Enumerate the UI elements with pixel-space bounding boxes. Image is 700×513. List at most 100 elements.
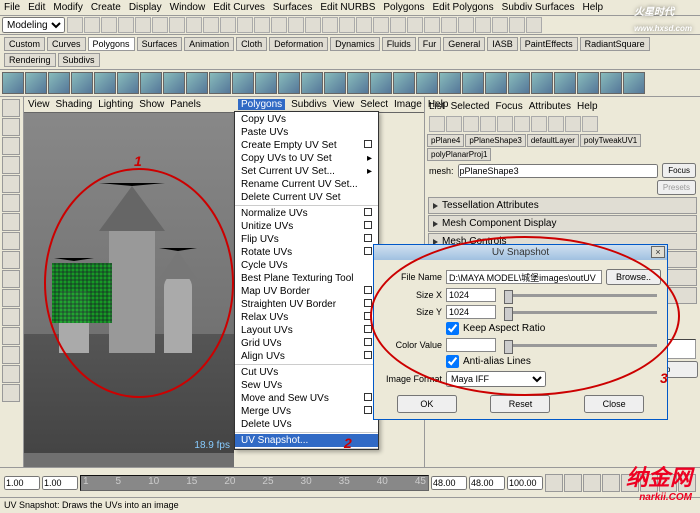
shelf-icon[interactable] xyxy=(25,72,47,94)
toolbar-icon[interactable] xyxy=(288,17,304,33)
sizex-slider[interactable] xyxy=(504,294,657,297)
toolbar-icon[interactable] xyxy=(101,17,117,33)
toolbar-icon[interactable] xyxy=(475,17,491,33)
shelf-tab-iasb[interactable]: IASB xyxy=(487,37,518,51)
uv-menu-image[interactable]: Image xyxy=(394,99,422,110)
menu-item-relax-uvs[interactable]: Relax UVs xyxy=(235,311,378,324)
dialog-titlebar[interactable]: Uv Snapshot × xyxy=(374,245,667,260)
color-slider[interactable] xyxy=(504,344,657,347)
menu-item-copy-uvs[interactable]: Copy UVs xyxy=(235,113,378,126)
playback-button[interactable] xyxy=(564,474,582,492)
option-box-icon[interactable] xyxy=(364,247,372,255)
uv-menu-polygons[interactable]: Polygons xyxy=(238,99,285,110)
tool-button[interactable] xyxy=(2,308,20,326)
tool-button[interactable] xyxy=(2,251,20,269)
toolbar-icon[interactable] xyxy=(237,17,253,33)
toolbar-icon[interactable] xyxy=(220,17,236,33)
tool-button[interactable] xyxy=(2,289,20,307)
menu-create[interactable]: Create xyxy=(91,2,121,13)
attr-toolbar-icon[interactable] xyxy=(514,116,530,132)
menu-modify[interactable]: Modify xyxy=(53,2,82,13)
menu-item-straighten-uv-border[interactable]: Straighten UV Border xyxy=(235,298,378,311)
attr-menu-help[interactable]: Help xyxy=(577,101,598,112)
menu-help[interactable]: Help xyxy=(583,2,604,13)
shelf-icon[interactable] xyxy=(186,72,208,94)
menu-item-copy-uvs-to-uv-set[interactable]: Copy UVs to UV Set▸ xyxy=(235,152,378,165)
shelf-icon[interactable] xyxy=(48,72,70,94)
tool-button[interactable] xyxy=(2,270,20,288)
option-box-icon[interactable] xyxy=(364,234,372,242)
shelf-tab-general[interactable]: General xyxy=(443,37,485,51)
menu-item-align-uvs[interactable]: Align UVs xyxy=(235,350,378,363)
range-end-field[interactable] xyxy=(469,476,505,490)
menu-edit[interactable]: Edit xyxy=(28,2,45,13)
shelf-icon[interactable] xyxy=(623,72,645,94)
toolbar-icon[interactable] xyxy=(458,17,474,33)
mesh-name-field[interactable] xyxy=(458,164,659,178)
shelf-icon[interactable] xyxy=(462,72,484,94)
shelf-tab-curves[interactable]: Curves xyxy=(47,37,86,51)
menu-item-cut-uvs[interactable]: Cut UVs xyxy=(235,366,378,379)
playback-button[interactable] xyxy=(602,474,620,492)
attr-toolbar-icon[interactable] xyxy=(463,116,479,132)
menu-item-move-and-sew-uvs[interactable]: Move and Sew UVs xyxy=(235,392,378,405)
attr-toolbar-icon[interactable] xyxy=(480,116,496,132)
shelf-icon[interactable] xyxy=(577,72,599,94)
option-box-icon[interactable] xyxy=(364,286,372,294)
toolbar-icon[interactable] xyxy=(424,17,440,33)
menu-item-unitize-uvs[interactable]: Unitize UVs xyxy=(235,220,378,233)
shelf-icon[interactable] xyxy=(255,72,277,94)
playback-button[interactable] xyxy=(583,474,601,492)
shelf-icon[interactable] xyxy=(347,72,369,94)
option-box-icon[interactable] xyxy=(364,351,372,359)
menu-subdiv-surfaces[interactable]: Subdiv Surfaces xyxy=(502,2,575,13)
toolbar-icon[interactable] xyxy=(356,17,372,33)
shelf-icon[interactable] xyxy=(94,72,116,94)
menu-item-merge-uvs[interactable]: Merge UVs xyxy=(235,405,378,418)
uv-menu-view[interactable]: View xyxy=(333,99,355,110)
attr-menu-attributes[interactable]: Attributes xyxy=(529,101,571,112)
menu-item-map-uv-border[interactable]: Map UV Border xyxy=(235,285,378,298)
viewport-3d[interactable]: ViewShadingLightingShowPanels 1 18.9 fps xyxy=(24,97,234,467)
shelf-icon[interactable] xyxy=(554,72,576,94)
attr-toolbar-icon[interactable] xyxy=(497,116,513,132)
toolbar-icon[interactable] xyxy=(492,17,508,33)
shelf-icon[interactable] xyxy=(2,72,24,94)
toolbar-icon[interactable] xyxy=(203,17,219,33)
toolbar-icon[interactable] xyxy=(509,17,525,33)
shelf-tab-surfaces[interactable]: Surfaces xyxy=(137,37,183,51)
browse-button[interactable]: Browse.. xyxy=(606,269,661,285)
vp-menu-show[interactable]: Show xyxy=(139,99,164,110)
attr-toolbar-icon[interactable] xyxy=(582,116,598,132)
menu-item-uv-snapshot-[interactable]: UV Snapshot... xyxy=(235,434,378,447)
aspect-checkbox[interactable] xyxy=(446,322,459,335)
shelf-tab-radiantsquare[interactable]: RadiantSquare xyxy=(580,37,650,51)
menu-edit-polygons[interactable]: Edit Polygons xyxy=(433,2,494,13)
vp-menu-lighting[interactable]: Lighting xyxy=(98,99,133,110)
shelf-tab-fur[interactable]: Fur xyxy=(418,37,442,51)
menu-item-best-plane-texturing-tool[interactable]: Best Plane Texturing Tool xyxy=(235,272,378,285)
toolbar-icon[interactable] xyxy=(526,17,542,33)
antialias-checkbox[interactable] xyxy=(446,355,459,368)
toolbar-icon[interactable] xyxy=(169,17,185,33)
range-start-field[interactable] xyxy=(4,476,40,490)
shelf-tab-cloth[interactable]: Cloth xyxy=(236,37,267,51)
toolbar-icon[interactable] xyxy=(84,17,100,33)
option-box-icon[interactable] xyxy=(364,406,372,414)
option-box-icon[interactable] xyxy=(364,221,372,229)
attr-tab-pplane4[interactable]: pPlane4 xyxy=(427,134,464,147)
tool-button[interactable] xyxy=(2,213,20,231)
shelf-icon[interactable] xyxy=(278,72,300,94)
toolbar-icon[interactable] xyxy=(186,17,202,33)
menu-item-set-current-uv-set-[interactable]: Set Current UV Set...▸ xyxy=(235,165,378,178)
color-swatch[interactable] xyxy=(446,338,496,352)
vp-menu-view[interactable]: View xyxy=(28,99,50,110)
toolbar-icon[interactable] xyxy=(407,17,423,33)
ok-button[interactable]: OK xyxy=(397,395,457,413)
menu-item-flip-uvs[interactable]: Flip UVs xyxy=(235,233,378,246)
shelf-tab-subdivs[interactable]: Subdivs xyxy=(58,53,100,67)
format-dropdown[interactable]: Maya IFF xyxy=(446,371,546,387)
toolbar-icon[interactable] xyxy=(373,17,389,33)
shelf-tab-custom[interactable]: Custom xyxy=(4,37,45,51)
shelf-tab-dynamics[interactable]: Dynamics xyxy=(330,37,380,51)
